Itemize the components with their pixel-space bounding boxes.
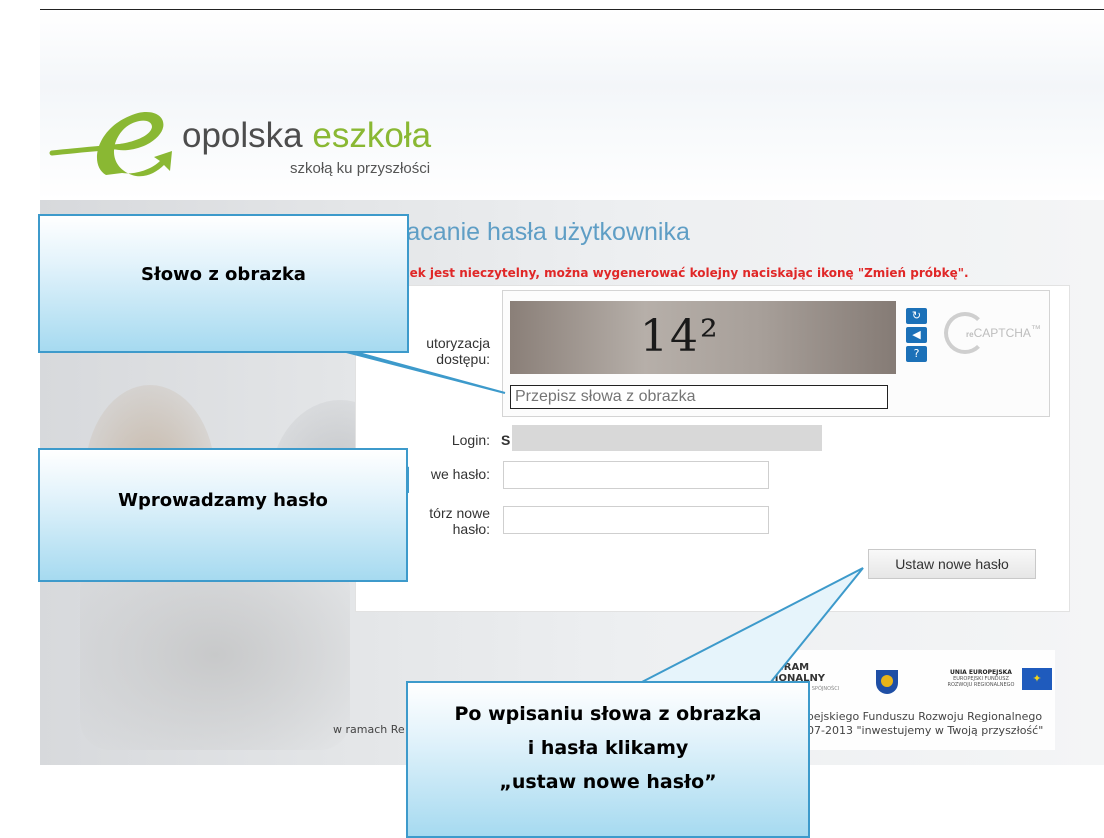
set-new-password-button[interactable]: Ustaw nowe hasło	[868, 549, 1036, 579]
login-value: S	[501, 432, 511, 448]
callout-submit-line3: „ustaw nowe hasło”	[499, 771, 717, 793]
captcha-image: 14²	[510, 301, 896, 374]
login-redaction	[512, 425, 822, 451]
eu-flag-icon: ✦	[1022, 668, 1052, 690]
logo-word-eszkola: eszkoła	[312, 116, 432, 155]
captcha-label-line2: dostępu:	[436, 351, 490, 367]
help-captcha-button[interactable]: ?	[906, 346, 927, 362]
header-background	[40, 10, 1104, 200]
eszkola-logo-icon	[49, 112, 172, 177]
program-line1: PROGRAM	[752, 662, 810, 673]
callout-captcha: Słowo z obrazka	[38, 214, 409, 353]
ue-logo: UNIA EUROPEJSKA EUROPEJSKI FUNDUSZ ROZWO…	[942, 669, 1020, 689]
callout-password-text: Wprowadzamy hasło	[118, 490, 328, 511]
logo-tagline: szkołą ku przyszłości	[290, 160, 431, 177]
recaptcha-re: re	[966, 330, 974, 339]
eu-stars: ✦	[1032, 672, 1042, 685]
login-label: Login:	[451, 432, 490, 448]
captcha-image-text: 14²	[640, 311, 720, 362]
audio-icon: ◀	[912, 328, 921, 341]
captcha-notice: brazek jest nieczytelny, można wygenerow…	[380, 266, 969, 280]
captcha-input[interactable]	[510, 385, 888, 409]
callout-password: Wprowadzamy hasło	[38, 448, 408, 582]
callout-submit-line2: i hasła klikamy	[527, 737, 689, 759]
ue-title: UNIA EUROPEJSKA	[950, 669, 1012, 676]
repeat-password-input[interactable]	[503, 506, 769, 534]
footer-line2: 007-2013 "inwestujemy w Twoją przyszłość…	[800, 724, 1044, 737]
recaptcha-brand: reCAPTCHA™	[966, 324, 1041, 340]
logo-word-opolska: opolska	[182, 116, 313, 155]
callout-submit: Po wpisaniu słowa z obrazka i hasła klik…	[406, 681, 810, 838]
background-laptop	[80, 560, 350, 750]
coat-of-arms-icon	[876, 670, 898, 694]
footer-left-text: w ramach Re	[333, 723, 405, 736]
recaptcha-tm: ™	[1030, 324, 1041, 335]
ue-line2: ROZWOJU REGIONALNEGO	[947, 682, 1015, 688]
callout-submit-line1: Po wpisaniu słowa z obrazka	[454, 703, 762, 725]
page-title: wracanie hasła użytkownika	[380, 218, 690, 246]
refresh-icon: ↻	[911, 309, 922, 322]
new-password-input[interactable]	[503, 461, 769, 489]
refresh-captcha-button[interactable]: ↻	[906, 308, 927, 324]
recaptcha-captcha: CAPTCHA	[973, 326, 1031, 340]
help-icon: ?	[913, 347, 920, 360]
footer-line1: opejskiego Funduszu Rozwoju Regionalnego	[800, 710, 1043, 723]
logo-wordmark: opolska eszkoła	[182, 116, 431, 156]
audio-captcha-button[interactable]: ◀	[906, 327, 927, 343]
callout-captcha-text: Słowo z obrazka	[141, 264, 306, 285]
